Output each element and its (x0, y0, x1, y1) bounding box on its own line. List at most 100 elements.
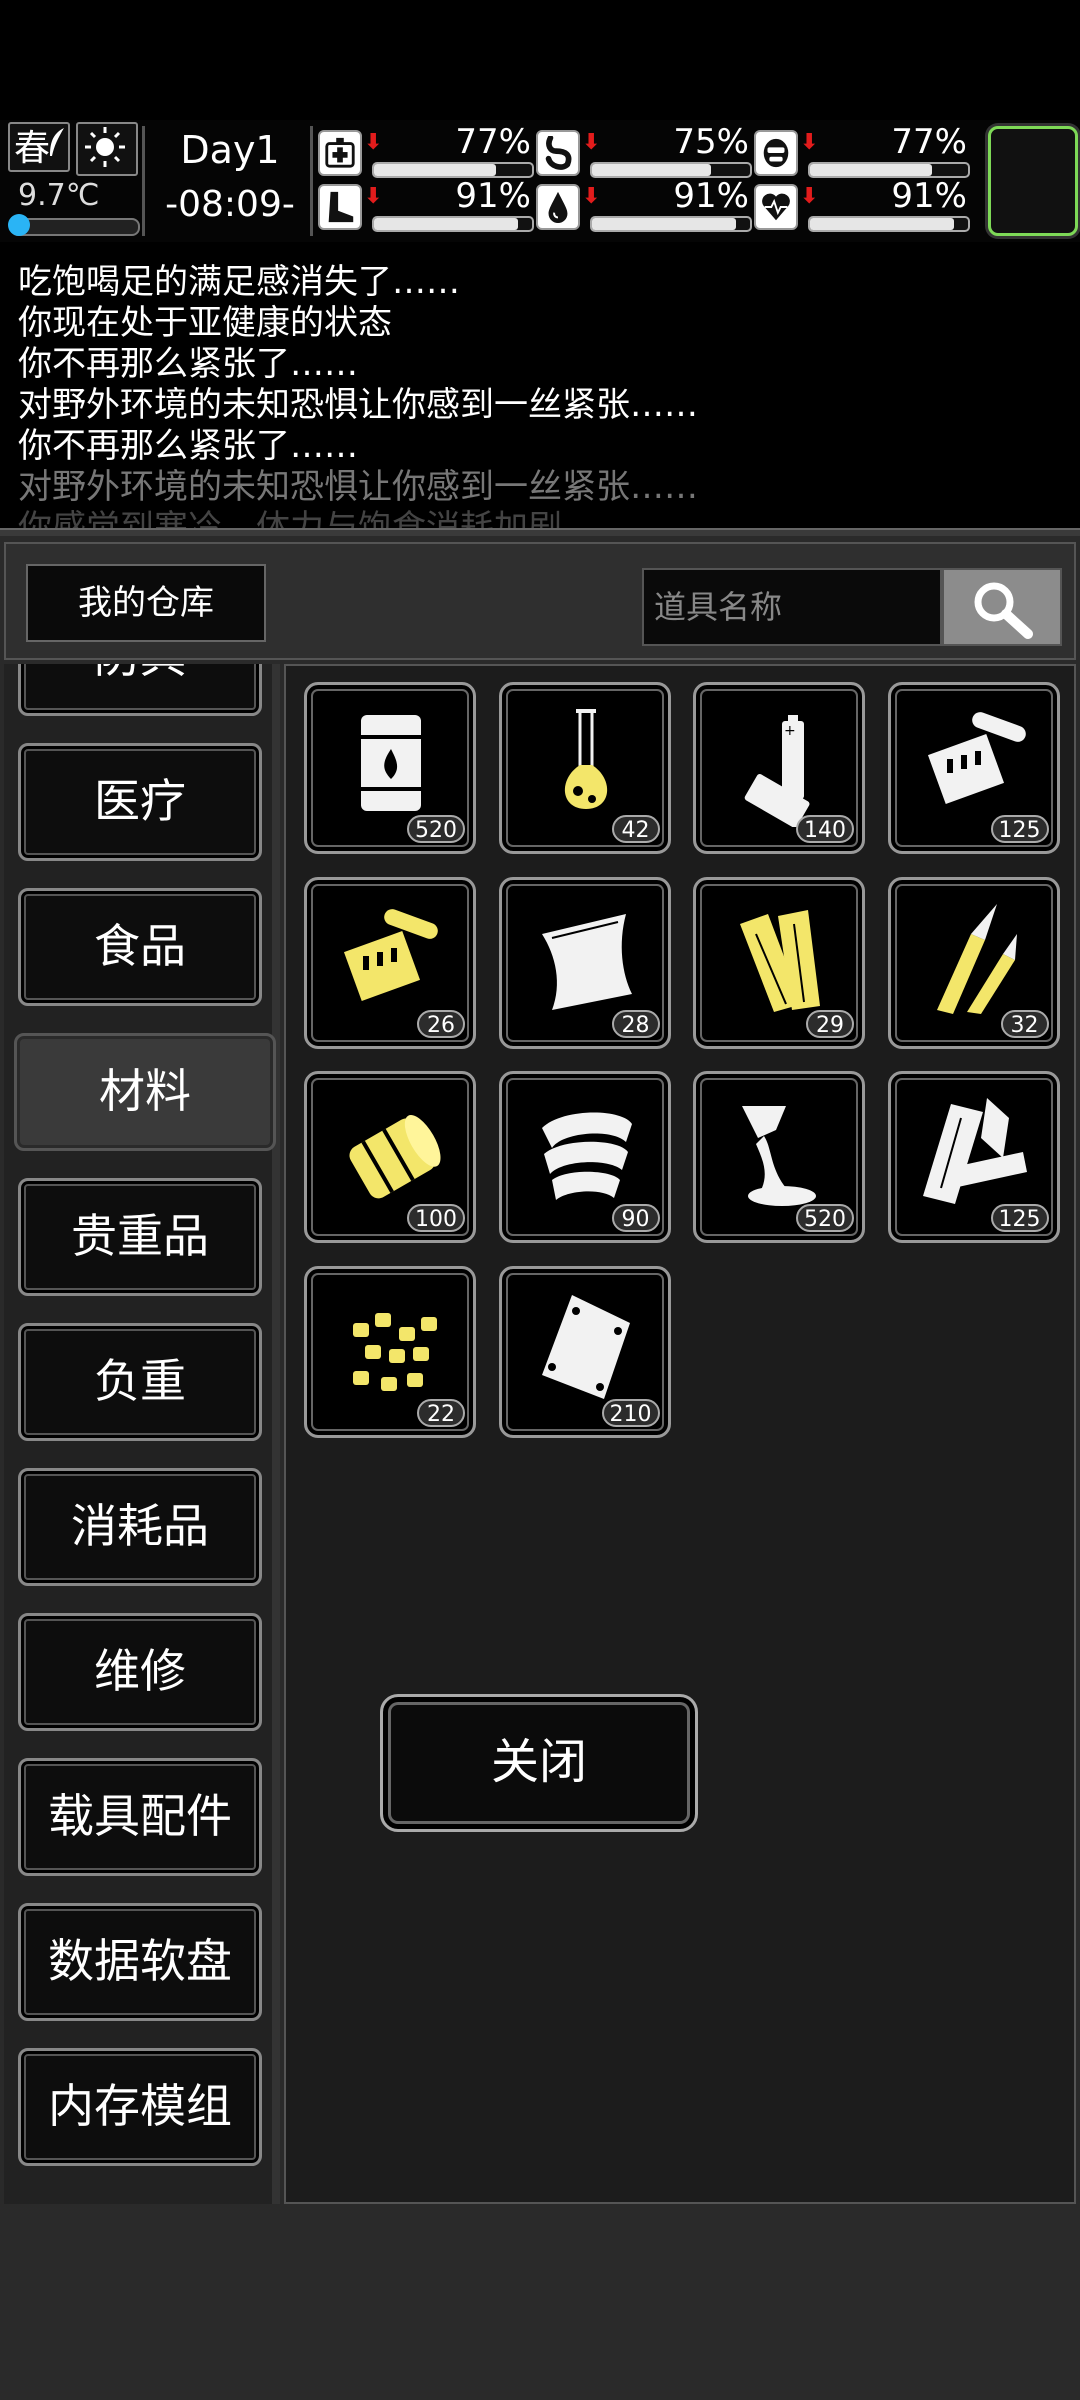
stat-value: 77% (891, 122, 967, 162)
stat-bar-fill (592, 164, 711, 176)
sharp-blade-icon (936, 903, 1017, 1014)
season-label: 春 (14, 128, 51, 169)
inventory-slot[interactable]: 22 (304, 1265, 476, 1438)
inventory-slot[interactable]: 125 (887, 682, 1060, 854)
decrease-arrow-icon: ⬇ (364, 184, 383, 209)
item-count: 210 (601, 1398, 660, 1427)
message-log: 吃饱喝足的满足感消失了…… 你现在处于亚健康的状态 你不再那么紧张了…… 对野外环境的… (0, 246, 1080, 532)
item-count: 28 (611, 1009, 660, 1038)
inventory-slot[interactable]: 125 (887, 1071, 1060, 1243)
search-icon (974, 582, 1033, 639)
wood-planks-icon (740, 909, 820, 1012)
sun-icon (85, 127, 125, 167)
water-drop-icon (548, 191, 568, 224)
tape-roll-icon (541, 1112, 632, 1200)
stat-bar (590, 216, 752, 232)
circuit-parts-icon (343, 908, 438, 1001)
status-bar (0, 0, 1080, 120)
medkit-icon (325, 137, 355, 168)
stat-bar-fill (810, 164, 932, 176)
inventory-slot[interactable]: +140 (693, 682, 865, 854)
stat-bar (808, 216, 970, 232)
inventory-slot[interactable]: 210 (498, 1265, 671, 1438)
footer (0, 2204, 1080, 2400)
search-input[interactable]: 道具名称 (642, 568, 942, 646)
stat-icon-box (536, 184, 580, 230)
divider (310, 126, 313, 236)
battery-icon: + (744, 715, 810, 827)
item-count: 125 (990, 815, 1049, 843)
warehouse-panel: 我的仓库 道具名称 防具医疗食品材料贵重品负重消耗品维修载具配件数据软盘内存模组… (0, 536, 1080, 2400)
stat-stomach: ⬇ 75% (536, 122, 752, 180)
heart-icon (762, 193, 790, 221)
stat-value: 91% (891, 176, 967, 216)
stat-bar-fill (374, 218, 518, 230)
category-tab[interactable]: 防具 (18, 664, 262, 716)
item-count: 125 (990, 1204, 1049, 1232)
stat-bar-fill (810, 218, 954, 230)
item-count: 140 (796, 815, 854, 843)
season-indicator: 春 (8, 122, 70, 172)
category-tab[interactable]: 医疗 (18, 743, 262, 861)
warehouse-title: 我的仓库 (26, 564, 266, 642)
category-tab[interactable]: 维修 (18, 1613, 262, 1731)
stat-bar-fill (374, 164, 496, 176)
stat-icon-box (754, 130, 798, 176)
inventory-slot[interactable]: 520 (693, 1071, 865, 1243)
inventory-slot[interactable]: 520 (304, 682, 476, 854)
weather-sun[interactable] (76, 122, 138, 176)
inventory-slot[interactable]: 26 (304, 876, 476, 1049)
inventory-slot[interactable]: 28 (498, 876, 671, 1049)
stat-medkit: ⬇ 77% (318, 122, 534, 180)
hud: 春 9.7℃ Day1 -08:09- ⬇ 77% ⬇ 75% ⬇ 77% ⬇ 91% ⬇ 91%… (0, 120, 1080, 242)
fuel-barrel-icon (361, 715, 421, 811)
stat-heart: ⬇ 91% (754, 176, 970, 234)
temperature-bar (8, 214, 140, 236)
decrease-arrow-icon: ⬇ (364, 130, 383, 155)
item-count: 26 (417, 1009, 465, 1038)
chemical-flask-icon (564, 709, 607, 809)
category-tab[interactable]: 贵重品 (18, 1178, 262, 1296)
category-tab[interactable]: 载具配件 (18, 1758, 262, 1876)
category-tab[interactable]: 数据软盘 (18, 1903, 262, 2021)
inventory-slot[interactable]: 29 (693, 876, 865, 1049)
stat-value: 75% (673, 122, 749, 162)
stat-icon-box (536, 130, 580, 176)
stat-value: 91% (455, 176, 531, 216)
category-tab[interactable]: 食品 (18, 888, 262, 1006)
plastic-bag-icon (541, 1294, 630, 1399)
equipment-slot[interactable] (988, 126, 1078, 236)
category-sidebar[interactable]: 防具医疗食品材料贵重品负重消耗品维修载具配件数据软盘内存模组 (4, 664, 280, 2204)
rubber-roll-icon (349, 1115, 441, 1199)
category-tab[interactable]: 材料 (14, 1033, 276, 1151)
sidebar-scrollbar[interactable] (272, 664, 280, 2204)
day-counter: Day1 (180, 128, 280, 172)
stat-value: 91% (673, 176, 749, 216)
svg-text:+: + (784, 723, 796, 739)
item-grid: 520 42 +140 125 26 28 29 32 100 90 520 125 22 210 (284, 664, 1076, 2204)
decrease-arrow-icon: ⬇ (582, 130, 601, 155)
category-tab[interactable]: 负重 (18, 1323, 262, 1441)
decrease-arrow-icon: ⬇ (582, 184, 601, 209)
inventory-slot[interactable]: 32 (887, 876, 1060, 1049)
stat-icon-box (318, 130, 362, 176)
item-count: 90 (611, 1204, 660, 1232)
electronic-parts-icon (927, 712, 1026, 805)
item-count: 32 (1000, 1009, 1049, 1038)
temperature: 9.7℃ (18, 178, 100, 213)
search-button[interactable] (942, 568, 1062, 646)
category-tab[interactable]: 内存模组 (18, 2048, 262, 2166)
stat-boot: ⬇ 91% (318, 176, 534, 234)
decrease-arrow-icon: ⬇ (800, 130, 819, 155)
inventory-slot[interactable]: 100 (304, 1071, 476, 1243)
inventory-slot[interactable]: 90 (498, 1071, 671, 1243)
close-button[interactable]: 关闭 (380, 1694, 698, 1832)
stat-mask: ⬇ 77% (754, 122, 970, 180)
stat-water-drop: ⬇ 91% (536, 176, 752, 234)
mask-icon (763, 138, 789, 168)
stat-value: 77% (455, 122, 531, 162)
decrease-arrow-icon: ⬇ (800, 184, 819, 209)
inventory-slot[interactable]: 42 (498, 682, 671, 854)
category-tab[interactable]: 消耗品 (18, 1468, 262, 1586)
cloth-sheet-icon (541, 913, 632, 1010)
